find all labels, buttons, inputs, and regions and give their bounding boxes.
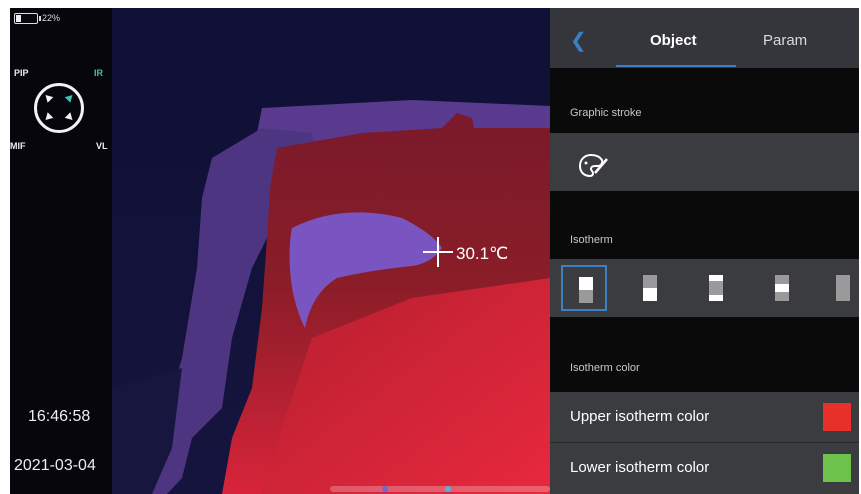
- lower-color-swatch[interactable]: [823, 454, 851, 482]
- status-column: 22% PIP IR MIF VL 16:46:58 2021-03-04: [10, 8, 112, 494]
- isotherm-lower-button[interactable]: [627, 265, 673, 311]
- tab-object[interactable]: Object: [650, 32, 697, 49]
- lower-isotherm-color-row[interactable]: Lower isotherm color: [550, 443, 859, 494]
- battery-level: 22%: [42, 13, 61, 23]
- isotherm-off-button[interactable]: [820, 265, 859, 311]
- isotherm-band-icon: [775, 275, 789, 301]
- scroll-dot: [445, 486, 451, 492]
- arrow-down-right-icon: [64, 112, 76, 123]
- upper-color-swatch[interactable]: [823, 403, 851, 431]
- spot-temperature: 30.1℃: [456, 244, 509, 263]
- image-scrollbar[interactable]: [330, 486, 550, 492]
- mode-vl-label[interactable]: VL: [96, 141, 108, 151]
- settings-panel: ❮ Object Param Graphic stroke Isotherm I…: [550, 8, 859, 494]
- tab-param[interactable]: Param: [763, 32, 807, 49]
- mode-ir-label[interactable]: IR: [94, 68, 103, 78]
- device-screen: 22% PIP IR MIF VL 16:46:58 2021-03-04 30…: [10, 8, 859, 494]
- isotherm-heading: Isotherm: [570, 234, 613, 246]
- chevron-left-icon[interactable]: ❮: [570, 28, 587, 53]
- mode-dial[interactable]: [34, 83, 84, 133]
- isotherm-options-row: [550, 259, 859, 317]
- scroll-dot: [382, 486, 388, 492]
- mode-mif-label[interactable]: MIF: [10, 141, 26, 151]
- mode-pip-label[interactable]: PIP: [14, 68, 29, 78]
- arrow-up-right-icon: [64, 92, 76, 103]
- thermal-image-view[interactable]: 30.1℃: [112, 8, 550, 494]
- active-tab-indicator: [616, 65, 736, 67]
- battery-icon: [14, 13, 41, 24]
- graphic-stroke-heading: Graphic stroke: [570, 107, 642, 119]
- arrow-down-left-icon: [42, 112, 54, 123]
- isotherm-color-heading: Isotherm color: [570, 362, 640, 374]
- isotherm-lower-icon: [643, 275, 657, 301]
- lower-isotherm-color-label: Lower isotherm color: [570, 459, 710, 476]
- isotherm-off-icon: [836, 275, 850, 301]
- spot-crosshair-icon[interactable]: [423, 237, 453, 267]
- isotherm-band-button[interactable]: [759, 265, 805, 311]
- upper-isotherm-color-label: Upper isotherm color: [570, 408, 710, 425]
- clock-time: 16:46:58: [28, 408, 91, 425]
- isotherm-upper-button[interactable]: [561, 265, 607, 311]
- tab-bar: ❮ Object Param: [550, 8, 859, 68]
- arrow-up-left-icon: [42, 92, 54, 103]
- isotherm-upper-icon: [579, 277, 593, 303]
- palette-pen-icon[interactable]: [578, 153, 610, 179]
- isotherm-interval-button[interactable]: [693, 265, 739, 311]
- clock-date: 2021-03-04: [14, 457, 96, 474]
- isotherm-interval-icon: [709, 275, 723, 301]
- upper-isotherm-color-row[interactable]: Upper isotherm color: [550, 392, 859, 442]
